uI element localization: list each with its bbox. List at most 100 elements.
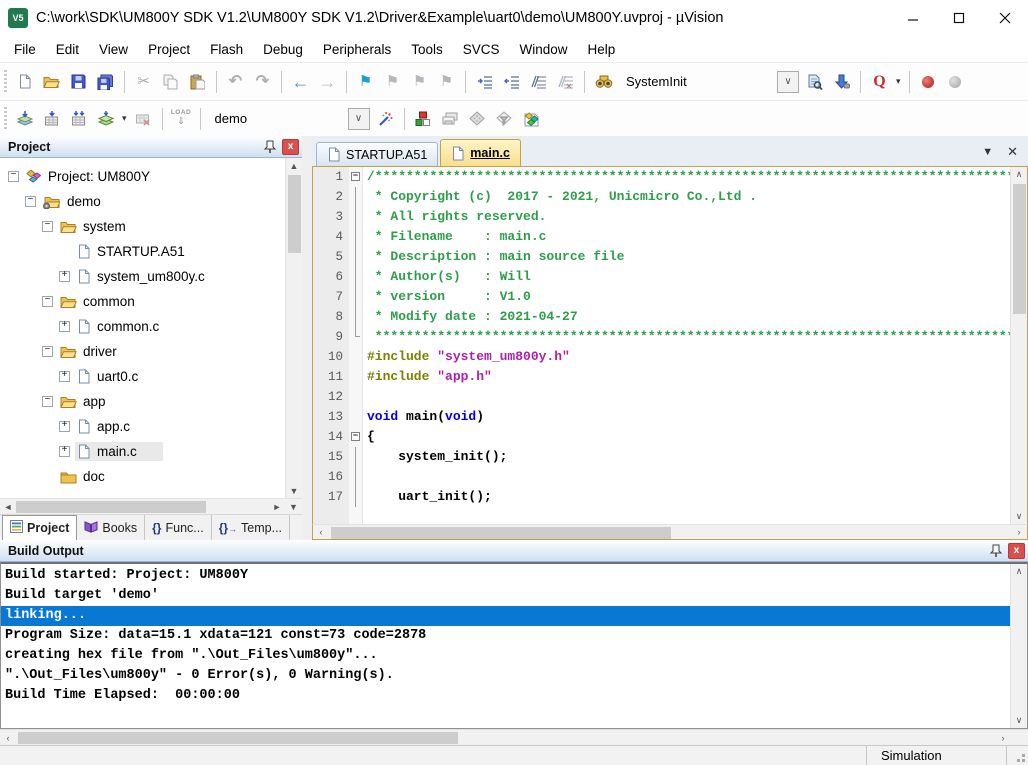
- debug-goto-icon[interactable]: [829, 69, 854, 95]
- collapse-minus-icon[interactable]: −: [42, 346, 53, 357]
- minimize-button[interactable]: [890, 3, 936, 33]
- breakpoint-icon[interactable]: [916, 69, 941, 95]
- function-combo-dropdown[interactable]: ∨: [777, 71, 799, 93]
- find-in-files-icon[interactable]: [802, 69, 827, 95]
- build-output-vertical-scrollbar[interactable]: ∧ ∨: [1010, 564, 1027, 728]
- navigate-back-icon[interactable]: ←: [288, 69, 313, 95]
- project-tree-horizontal-scrollbar[interactable]: ◄ ► ▼: [0, 498, 302, 514]
- tree-item-app-c[interactable]: +app.c: [0, 414, 285, 439]
- translate-icon[interactable]: [12, 106, 37, 132]
- toolbar-grip[interactable]: [4, 107, 7, 131]
- copy-icon[interactable]: [158, 69, 183, 95]
- search-dropdown[interactable]: ▾: [896, 76, 901, 87]
- fold-margin[interactable]: −: [349, 427, 363, 447]
- scroll-thumb[interactable]: [1013, 184, 1026, 314]
- expand-plus-icon[interactable]: +: [59, 271, 70, 282]
- fold-collapse-icon[interactable]: −: [351, 432, 360, 441]
- code-editor[interactable]: 1−/*************************************…: [313, 167, 1010, 524]
- build-output-horizontal-scrollbar[interactable]: ‹ ›: [0, 729, 1028, 745]
- menu-item-file[interactable]: File: [4, 39, 46, 60]
- tree-item-demo[interactable]: −demo: [0, 189, 285, 214]
- fold-collapse-icon[interactable]: −: [351, 172, 360, 181]
- fold-margin[interactable]: −: [349, 167, 363, 187]
- document-tab-startup-a51[interactable]: STARTUP.A51: [316, 142, 438, 166]
- redo-icon[interactable]: ↷: [250, 69, 275, 95]
- paste-icon[interactable]: [185, 69, 210, 95]
- rebuild-icon[interactable]: [66, 106, 91, 132]
- toolbar-grip[interactable]: [4, 70, 7, 94]
- scroll-left-icon[interactable]: ◄: [0, 502, 16, 512]
- scroll-right-icon[interactable]: ›: [1011, 527, 1027, 537]
- menu-item-debug[interactable]: Debug: [253, 39, 313, 60]
- target-combo-dropdown[interactable]: ∨: [348, 108, 370, 130]
- collapse-minus-icon[interactable]: −: [42, 396, 53, 407]
- menu-item-tools[interactable]: Tools: [401, 39, 453, 60]
- menu-item-help[interactable]: Help: [578, 39, 626, 60]
- collapse-minus-icon[interactable]: −: [8, 171, 19, 182]
- indent-icon[interactable]: [472, 69, 497, 95]
- scroll-right-icon[interactable]: ›: [995, 733, 1011, 743]
- tree-item-doc[interactable]: doc: [0, 464, 285, 489]
- collapse-minus-icon[interactable]: −: [42, 296, 53, 307]
- scroll-left-icon[interactable]: ‹: [313, 527, 329, 537]
- insert-bookmark-icon[interactable]: ⚑: [353, 69, 378, 95]
- tree-item-main-c[interactable]: +main.c: [0, 439, 285, 464]
- pin-icon[interactable]: [987, 542, 1005, 560]
- menu-item-svcs[interactable]: SVCS: [453, 39, 510, 60]
- load-icon[interactable]: LOAD⇓: [169, 106, 194, 132]
- tree-item-driver[interactable]: −driver: [0, 339, 285, 364]
- panel-tab-func[interactable]: {}Func...: [145, 515, 212, 540]
- scroll-up-icon[interactable]: ▲: [286, 158, 302, 173]
- menu-item-edit[interactable]: Edit: [46, 39, 89, 60]
- tree-item-app[interactable]: −app: [0, 389, 285, 414]
- undo-icon[interactable]: ↶: [223, 69, 248, 95]
- window-layout-icon[interactable]: [438, 106, 463, 132]
- scroll-left-icon[interactable]: ‹: [0, 733, 16, 743]
- collapse-minus-icon[interactable]: −: [42, 221, 53, 232]
- tree-item-common-c[interactable]: +common.c: [0, 314, 285, 339]
- configure-flash-icon[interactable]: [492, 106, 517, 132]
- menu-item-project[interactable]: Project: [138, 39, 200, 60]
- build-output-line[interactable]: Program Size: data=15.1 xdata=121 const=…: [1, 626, 1010, 646]
- expand-plus-icon[interactable]: +: [59, 321, 70, 332]
- project-panel-close-icon[interactable]: x: [282, 139, 299, 155]
- menu-item-peripherals[interactable]: Peripherals: [313, 39, 401, 60]
- editor-horizontal-scrollbar[interactable]: ‹ ›: [312, 524, 1028, 540]
- panel-splitter[interactable]: [302, 136, 312, 540]
- document-tab-main-c[interactable]: main.c: [440, 139, 521, 166]
- collapse-minus-icon[interactable]: −: [25, 196, 36, 207]
- build-output-line[interactable]: Build started: Project: UM800Y: [1, 566, 1010, 586]
- pin-icon[interactable]: [261, 138, 279, 156]
- build-output-line[interactable]: ".\Out_Files\um800y" - 0 Error(s), 0 War…: [1, 666, 1010, 686]
- search-icon[interactable]: Q: [867, 69, 892, 95]
- scroll-up-icon[interactable]: ∧: [1011, 564, 1027, 579]
- batch-build-icon[interactable]: [93, 106, 118, 132]
- build-output-line[interactable]: Build Time Elapsed: 00:00:00: [1, 686, 1010, 706]
- breakpoint-disabled-icon[interactable]: [943, 69, 968, 95]
- menu-item-flash[interactable]: Flash: [200, 39, 253, 60]
- resize-grip[interactable]: [1006, 746, 1028, 765]
- maximize-button[interactable]: [936, 3, 982, 33]
- batch-build-dropdown[interactable]: ▾: [122, 113, 127, 124]
- scroll-thumb[interactable]: [16, 501, 206, 513]
- scroll-up-icon[interactable]: ∧: [1011, 167, 1027, 182]
- previous-bookmark-icon[interactable]: ⚑: [380, 69, 405, 95]
- expand-plus-icon[interactable]: +: [59, 446, 70, 457]
- pack-installer-icon[interactable]: [519, 106, 544, 132]
- scroll-thumb[interactable]: [18, 732, 458, 744]
- target-options-icon[interactable]: [373, 106, 398, 132]
- scroll-down-icon[interactable]: ∨: [1011, 713, 1027, 728]
- editor-vertical-scrollbar[interactable]: ∧ ∨: [1010, 167, 1027, 524]
- navigate-forward-icon[interactable]: →: [315, 69, 340, 95]
- panel-tab-books[interactable]: Books: [77, 515, 145, 540]
- scroll-right-icon[interactable]: ►: [269, 502, 285, 512]
- comment-icon[interactable]: [526, 69, 551, 95]
- flash-diamond-icon[interactable]: [465, 106, 490, 132]
- current-function-combo[interactable]: SystemInit: [617, 70, 775, 94]
- project-tree-vertical-scrollbar[interactable]: ▲ ▼: [285, 158, 302, 498]
- scroll-thumb[interactable]: [331, 527, 671, 539]
- next-bookmark-icon[interactable]: ⚑: [407, 69, 432, 95]
- open-project-icon[interactable]: [39, 69, 64, 95]
- tree-item-startup-a51[interactable]: STARTUP.A51: [0, 239, 285, 264]
- stop-build-icon[interactable]: [131, 106, 156, 132]
